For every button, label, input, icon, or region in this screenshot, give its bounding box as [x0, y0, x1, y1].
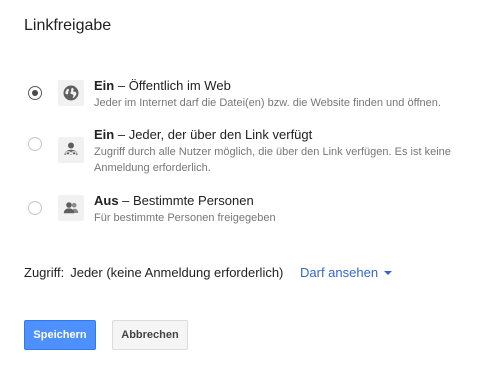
option-title: Ein – Öffentlich im Web	[94, 78, 474, 94]
option-title-rest: – Bestimmte Personen	[118, 193, 254, 208]
option-title-rest: – Jeder, der über den Link verfügt	[114, 127, 313, 142]
globe-icon	[58, 80, 84, 106]
option-text: Ein – Öffentlich im Web Jeder im Interne…	[94, 78, 474, 111]
link-person-icon	[58, 137, 84, 163]
permission-dropdown-label: Darf ansehen	[300, 265, 379, 280]
caret-down-icon	[384, 270, 393, 275]
option-text: Ein – Jeder, der über den Link verfügt Z…	[94, 127, 474, 176]
access-value: Jeder (keine Anmeldung erforderlich)	[70, 265, 284, 280]
access-label: Zugriff:	[24, 265, 65, 280]
radio-public-on-web[interactable]	[28, 86, 42, 100]
save-button[interactable]: Speichern	[24, 320, 96, 350]
permission-dropdown[interactable]: Darf ansehen	[300, 265, 393, 281]
cancel-button[interactable]: Abbrechen	[112, 320, 188, 350]
access-row: Zugriff: Jeder (keine Anmeldung erforderl…	[24, 265, 283, 281]
option-title: Ein – Jeder, der über den Link verfügt	[94, 127, 474, 143]
option-description: Für bestimmte Personen freigegeben	[94, 212, 276, 224]
people-icon	[58, 195, 84, 221]
option-state: Ein	[94, 127, 115, 142]
option-description: Jeder im Internet darf die Datei(en) bzw…	[94, 97, 441, 109]
option-text: Aus – Bestimmte Personen Für bestimmte P…	[94, 193, 474, 226]
option-state: Ein	[94, 78, 115, 93]
option-description: Zugriff durch alle Nutzer möglich, die ü…	[94, 146, 451, 174]
option-title-rest: – Öffentlich im Web	[114, 78, 231, 93]
option-title: Aus – Bestimmte Personen	[94, 193, 474, 209]
radio-specific-people[interactable]	[28, 201, 42, 215]
radio-anyone-with-link[interactable]	[28, 137, 42, 151]
option-state: Aus	[94, 193, 119, 208]
dialog-title: Linkfreigabe	[24, 17, 112, 34]
